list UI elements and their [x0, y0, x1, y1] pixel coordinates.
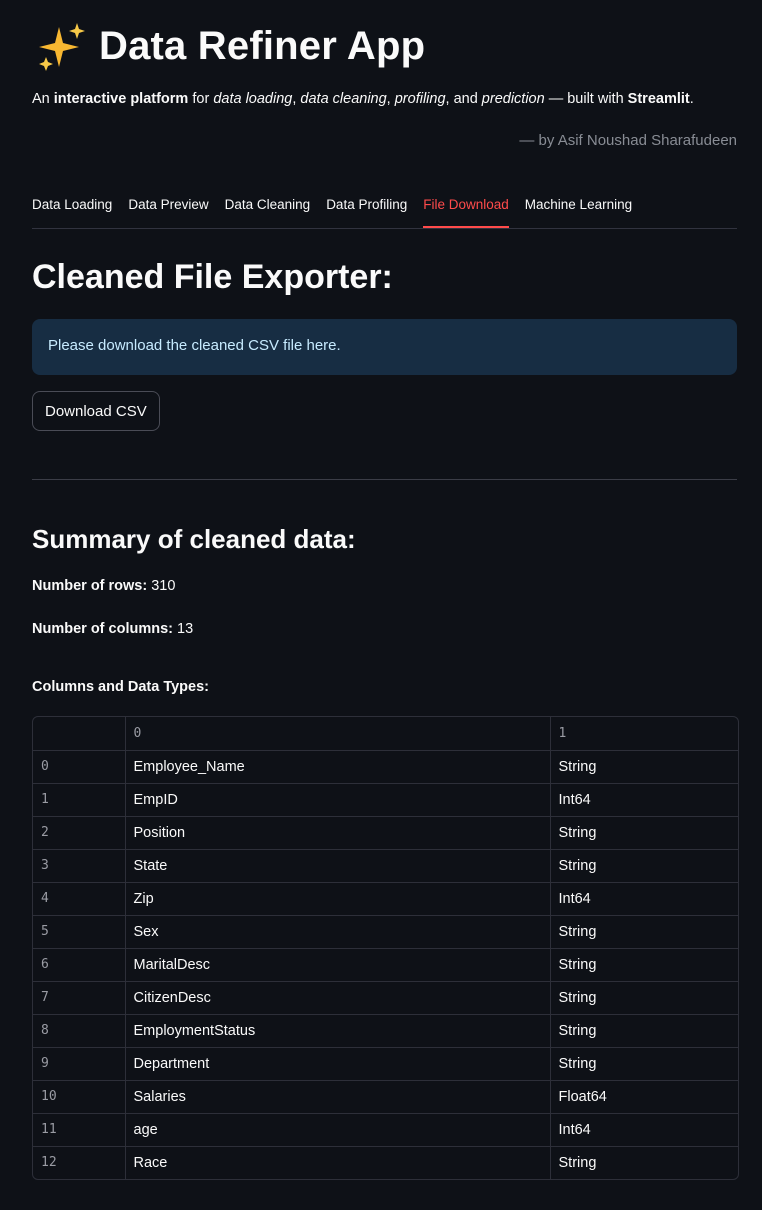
exporter-title: Cleaned File Exporter:: [32, 258, 393, 296]
table-row: 9 Department String: [33, 1047, 738, 1081]
table-row: 3 State String: [33, 849, 738, 883]
table-row: 11 age Int64: [33, 1113, 738, 1147]
table-row: 8 EmploymentStatus String: [33, 1014, 738, 1048]
dtype-cell[interactable]: String: [550, 1146, 738, 1179]
dtypes-table[interactable]: 0 1 0 Employee_Name String 1 EmpID Int64 2 Posi…: [32, 716, 739, 1180]
dtype-cell[interactable]: Int64: [550, 783, 738, 817]
column-name-cell[interactable]: Position: [125, 816, 551, 850]
dtype-cell[interactable]: String: [550, 948, 738, 982]
dtype-cell[interactable]: Int64: [550, 1113, 738, 1147]
columns-types-heading: Columns and Data Types:: [32, 679, 209, 695]
column-name-cell[interactable]: Race: [125, 1146, 551, 1179]
column-name-cell[interactable]: Salaries: [125, 1080, 551, 1114]
tab-bar: Data Loading Data Preview Data Cleaning …: [32, 186, 737, 229]
tab-data-cleaning[interactable]: Data Cleaning: [225, 186, 311, 227]
app-tagline: An interactive platform for data loading…: [32, 91, 694, 107]
table-header-index[interactable]: [33, 717, 126, 751]
column-name-cell[interactable]: State: [125, 849, 551, 883]
table-row: 5 Sex String: [33, 915, 738, 949]
row-index-cell[interactable]: 5: [33, 915, 126, 949]
row-index-cell[interactable]: 6: [33, 948, 126, 982]
table-row: 1 EmpID Int64: [33, 783, 738, 817]
table-row: 4 Zip Int64: [33, 882, 738, 916]
row-index-cell[interactable]: 0: [33, 750, 126, 784]
column-name-cell[interactable]: Sex: [125, 915, 551, 949]
download-csv-button[interactable]: Download CSV: [32, 391, 160, 431]
dtype-cell[interactable]: String: [550, 1047, 738, 1081]
column-name-cell[interactable]: Department: [125, 1047, 551, 1081]
row-index-cell[interactable]: 11: [33, 1113, 126, 1147]
table-row: 12 Race String: [33, 1146, 738, 1179]
sparkles-icon: [39, 23, 85, 71]
column-name-cell[interactable]: MaritalDesc: [125, 948, 551, 982]
dtype-cell[interactable]: String: [550, 816, 738, 850]
table-header-row: 0 1: [33, 717, 738, 751]
app-title: Data Refiner App: [99, 23, 426, 68]
row-index-cell[interactable]: 9: [33, 1047, 126, 1081]
row-index-cell[interactable]: 8: [33, 1014, 126, 1048]
table-header-col-1[interactable]: 1: [550, 717, 738, 751]
dtype-cell[interactable]: Float64: [550, 1080, 738, 1114]
tab-machine-learning[interactable]: Machine Learning: [525, 186, 632, 227]
row-index-cell[interactable]: 12: [33, 1146, 126, 1179]
dtype-cell[interactable]: String: [550, 1014, 738, 1048]
divider: [32, 479, 737, 480]
table-row: 2 Position String: [33, 816, 738, 850]
tab-data-loading[interactable]: Data Loading: [32, 186, 112, 227]
row-index-cell[interactable]: 4: [33, 882, 126, 916]
dtype-cell[interactable]: String: [550, 981, 738, 1015]
table-row: 0 Employee_Name String: [33, 750, 738, 784]
dtype-cell[interactable]: Int64: [550, 882, 738, 916]
column-name-cell[interactable]: EmploymentStatus: [125, 1014, 551, 1048]
row-index-cell[interactable]: 3: [33, 849, 126, 883]
tab-data-profiling[interactable]: Data Profiling: [326, 186, 407, 227]
column-name-cell[interactable]: age: [125, 1113, 551, 1147]
dtype-cell[interactable]: String: [550, 750, 738, 784]
summary-title: Summary of cleaned data:: [32, 524, 356, 554]
row-index-cell[interactable]: 7: [33, 981, 126, 1015]
column-count: Number of columns: 13: [32, 621, 194, 637]
column-name-cell[interactable]: CitizenDesc: [125, 981, 551, 1015]
author-byline: — by Asif Noushad Sharafudeen: [519, 132, 737, 149]
tab-file-download[interactable]: File Download: [423, 186, 509, 228]
table-row: 6 MaritalDesc String: [33, 948, 738, 982]
dtype-cell[interactable]: String: [550, 915, 738, 949]
column-name-cell[interactable]: EmpID: [125, 783, 551, 817]
info-alert: Please download the cleaned CSV file her…: [32, 319, 737, 375]
column-name-cell[interactable]: Zip: [125, 882, 551, 916]
table-row: 7 CitizenDesc String: [33, 981, 738, 1015]
tab-data-preview[interactable]: Data Preview: [128, 186, 208, 227]
table-row: 10 Salaries Float64: [33, 1080, 738, 1114]
dtype-cell[interactable]: String: [550, 849, 738, 883]
app-header: Data Refiner App: [37, 18, 425, 74]
row-index-cell[interactable]: 1: [33, 783, 126, 817]
row-index-cell[interactable]: 10: [33, 1080, 126, 1114]
column-name-cell[interactable]: Employee_Name: [125, 750, 551, 784]
row-count: Number of rows: 310: [32, 578, 176, 594]
row-index-cell[interactable]: 2: [33, 816, 126, 850]
table-header-col-0[interactable]: 0: [125, 717, 551, 751]
